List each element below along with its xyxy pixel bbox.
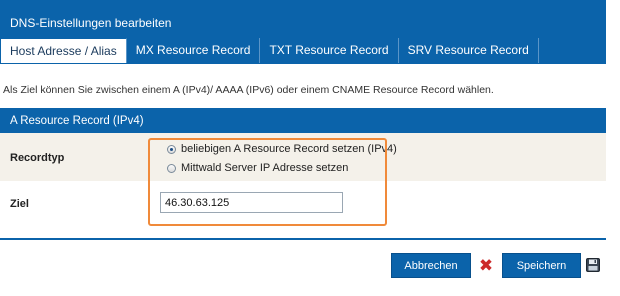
ziel-input[interactable]: [160, 192, 343, 213]
ziel-label: Ziel: [10, 198, 29, 210]
save-button[interactable]: Speichern: [502, 253, 581, 278]
tab-mx-resource-record[interactable]: MX Resource Record: [127, 38, 261, 63]
radio-option-label: Mittwald Server IP Adresse setzen: [181, 162, 349, 174]
dialog-title: DNS-Einstellungen bearbeiten: [0, 0, 606, 38]
radio-option-label: beliebigen A Resource Record setzen (IPv…: [181, 143, 397, 155]
save-icon[interactable]: [586, 258, 600, 272]
tabs-divider: [0, 63, 606, 64]
recordtyp-label: Recordtyp: [10, 152, 65, 164]
radio-option-mittwald-ip[interactable]: Mittwald Server IP Adresse setzen: [167, 162, 348, 174]
radio-button-unchecked[interactable]: [167, 163, 176, 173]
radio-button-checked[interactable]: [167, 144, 176, 154]
close-icon[interactable]: ✖: [477, 257, 495, 275]
radio-option-a-record[interactable]: beliebigen A Resource Record setzen (IPv…: [167, 143, 397, 155]
cancel-button[interactable]: Abbrechen: [391, 253, 471, 278]
tab-txt-resource-record[interactable]: TXT Resource Record: [260, 38, 399, 63]
tab-host-adresse-alias[interactable]: Host Adresse / Alias: [0, 38, 127, 64]
section-title: A Resource Record (IPv4): [0, 108, 606, 133]
tab-srv-resource-record[interactable]: SRV Resource Record: [399, 38, 539, 63]
info-text: Als Ziel können Sie zwischen einem A (IP…: [3, 84, 494, 96]
tab-bar: Host Adresse / Alias MX Resource Record …: [0, 38, 606, 64]
form-bottom-divider: [0, 238, 606, 240]
